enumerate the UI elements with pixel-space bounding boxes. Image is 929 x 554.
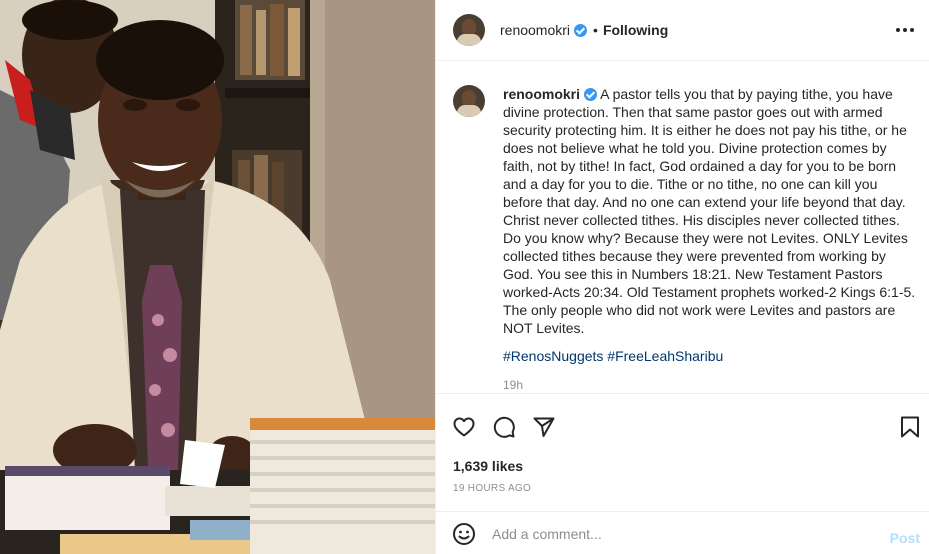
comment-bar: Post bbox=[436, 511, 929, 554]
more-options-icon[interactable] bbox=[896, 22, 916, 38]
separator-dot: • bbox=[593, 22, 598, 38]
following-button[interactable]: Following bbox=[603, 22, 668, 38]
heart-icon[interactable] bbox=[452, 415, 476, 444]
post-header: renoomokri • Following bbox=[436, 0, 929, 61]
likes-count[interactable]: 1,639 likes bbox=[453, 458, 523, 474]
author-avatar[interactable] bbox=[453, 14, 485, 46]
verified-badge-icon bbox=[584, 88, 598, 101]
verified-badge-icon bbox=[574, 23, 588, 37]
caption-text: A pastor tells you that by paying tithe,… bbox=[503, 86, 916, 336]
bookmark-icon[interactable] bbox=[898, 415, 922, 444]
post-panel: renoomokri • Following renoomokri A past… bbox=[435, 0, 929, 554]
hashtags: #RenosNuggets #FreeLeahSharibu bbox=[503, 347, 916, 365]
emoji-icon[interactable] bbox=[452, 522, 476, 551]
share-icon[interactable] bbox=[532, 415, 556, 444]
hashtag-link[interactable]: #FreeLeahSharibu bbox=[607, 348, 723, 364]
caption-avatar[interactable] bbox=[453, 85, 485, 117]
caption-area: renoomokri A pastor tells you that by pa… bbox=[436, 61, 929, 393]
comment-icon[interactable] bbox=[492, 415, 516, 444]
author-username[interactable]: renoomokri bbox=[500, 22, 570, 38]
caption-username[interactable]: renoomokri bbox=[503, 86, 580, 102]
hashtag-link[interactable]: #RenosNuggets bbox=[503, 348, 603, 364]
post-comment-button[interactable]: Post bbox=[890, 530, 920, 546]
post-image bbox=[0, 0, 435, 554]
post-date[interactable]: 19 HOURS AGO bbox=[453, 483, 531, 494]
caption-relative-time[interactable]: 19h bbox=[503, 378, 916, 392]
caption-text-block: renoomokri A pastor tells you that by pa… bbox=[503, 85, 916, 337]
post-photo bbox=[0, 0, 435, 554]
action-bar: 1,639 likes 19 HOURS AGO bbox=[436, 393, 929, 511]
comment-input[interactable] bbox=[492, 522, 872, 546]
